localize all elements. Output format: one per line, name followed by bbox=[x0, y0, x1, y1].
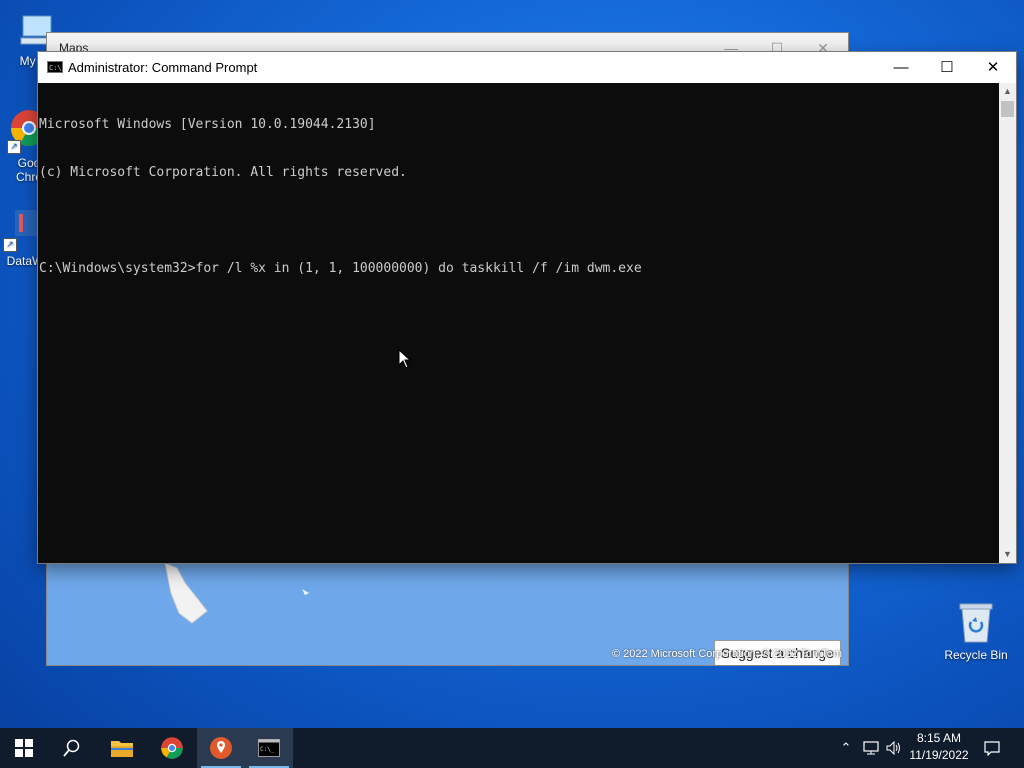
console-output[interactable]: Microsoft Windows [Version 10.0.19044.21… bbox=[38, 83, 999, 563]
search-icon bbox=[63, 739, 80, 757]
svg-text:C:\_: C:\_ bbox=[260, 746, 275, 753]
taskbar: C:\_ ⌃ 8:15 AM 11/19/2022 bbox=[0, 728, 1024, 768]
shortcut-arrow-icon: ↗ bbox=[7, 140, 21, 154]
action-center-button[interactable] bbox=[980, 728, 1004, 768]
tray-overflow-button[interactable]: ⌃ bbox=[836, 728, 856, 768]
scroll-up-arrow-icon[interactable]: ▲ bbox=[999, 83, 1016, 100]
clock-time: 8:15 AM bbox=[916, 731, 962, 745]
cmd-close-button[interactable]: ✕ bbox=[970, 52, 1016, 83]
chrome-icon bbox=[161, 737, 183, 759]
start-button[interactable] bbox=[0, 728, 48, 768]
taskbar-clock[interactable]: 8:15 AM 11/19/2022 bbox=[900, 730, 978, 764]
cmd-scrollbar[interactable]: ▲ ▼ bbox=[999, 83, 1016, 563]
windows-icon bbox=[15, 739, 33, 757]
console-command-line: C:\Windows\system32>for /l %x in (1, 1, … bbox=[39, 261, 642, 276]
scroll-down-arrow-icon[interactable]: ▼ bbox=[999, 546, 1016, 563]
desktop-icon-recycle-bin[interactable]: Recycle Bin bbox=[938, 600, 1014, 662]
cmd-title-bar[interactable]: C:\ Administrator: Command Prompt — ☐ ✕ bbox=[38, 52, 1016, 83]
console-line: Microsoft Windows [Version 10.0.19044.21… bbox=[39, 117, 376, 132]
notification-icon bbox=[984, 740, 1000, 756]
map-copyright: © 2022 Microsoft Corporation, © 2022 Tom… bbox=[611, 648, 842, 660]
cmd-minimize-button[interactable]: — bbox=[878, 52, 924, 83]
cmd-title: Administrator: Command Prompt bbox=[68, 60, 258, 75]
network-icon bbox=[863, 741, 879, 755]
recycle-bin-icon bbox=[956, 600, 996, 644]
maps-button[interactable] bbox=[197, 728, 245, 768]
recycle-bin-label: Recycle Bin bbox=[944, 648, 1008, 662]
cmd-icon: C:\_ bbox=[258, 739, 280, 757]
clock-date: 11/19/2022 bbox=[909, 748, 969, 762]
scroll-thumb[interactable] bbox=[1001, 101, 1014, 117]
chevron-up-icon: ⌃ bbox=[840, 740, 852, 755]
cmd-app-icon: C:\ bbox=[47, 61, 63, 73]
shortcut-arrow-icon: ↗ bbox=[3, 238, 17, 252]
cmd-button[interactable]: C:\_ bbox=[245, 728, 293, 768]
file-explorer-button[interactable] bbox=[98, 728, 146, 768]
cmd-maximize-button[interactable]: ☐ bbox=[924, 52, 970, 83]
maps-icon bbox=[210, 737, 232, 759]
folder-icon bbox=[111, 741, 133, 757]
chrome-button[interactable] bbox=[148, 728, 196, 768]
search-button[interactable] bbox=[48, 728, 96, 768]
console-line: (c) Microsoft Corporation. All rights re… bbox=[39, 165, 407, 180]
network-button[interactable] bbox=[860, 728, 882, 768]
command-prompt-window[interactable]: C:\ Administrator: Command Prompt — ☐ ✕ … bbox=[38, 52, 1016, 563]
